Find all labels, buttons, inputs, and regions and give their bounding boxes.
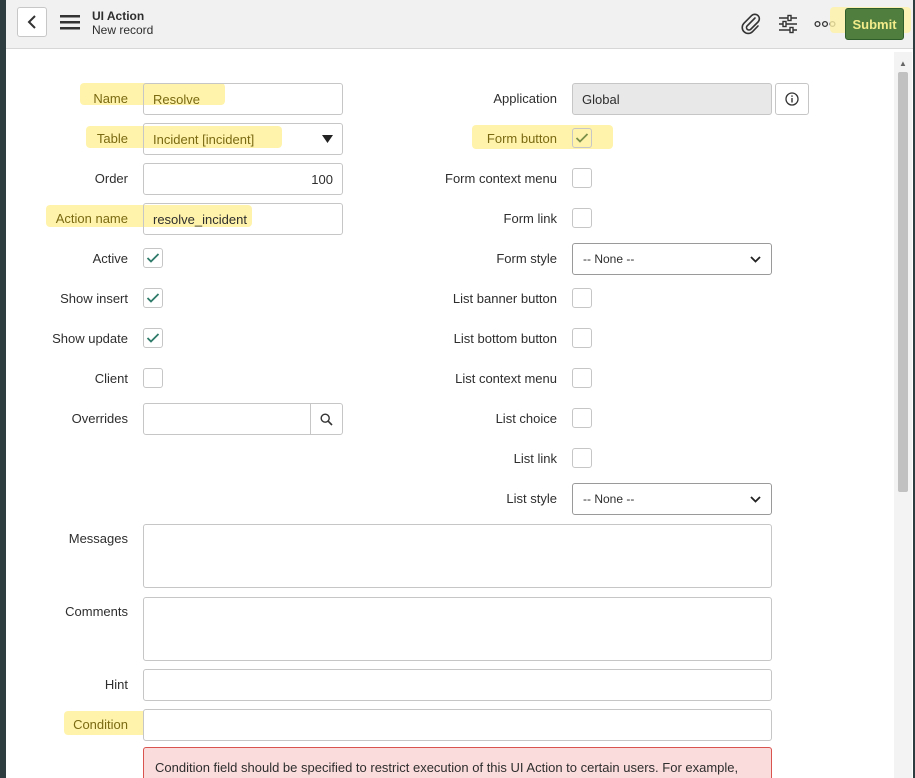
caret-down-icon	[322, 135, 333, 143]
application-input: Global	[572, 83, 772, 115]
active-checkbox[interactable]	[143, 248, 163, 268]
chevron-down-icon	[750, 495, 761, 503]
table-select[interactable]: Incident [incident]	[143, 123, 343, 155]
scrollbar-thumb[interactable]	[898, 72, 908, 492]
name-input[interactable]: Resolve	[143, 83, 343, 115]
condition-label: Condition	[73, 717, 128, 732]
list-link-label: List link	[513, 451, 557, 466]
order-label: Order	[94, 171, 128, 186]
alert-text: Condition field should be specified to r…	[155, 760, 739, 775]
client-label: Client	[94, 371, 128, 386]
show-insert-checkbox[interactable]	[143, 288, 163, 308]
list-context-menu-label: List context menu	[455, 371, 557, 386]
comments-textarea[interactable]	[143, 597, 772, 661]
checkmark-icon	[146, 293, 160, 303]
list-bottom-button-checkbox[interactable]	[572, 328, 592, 348]
checkmark-icon	[575, 133, 589, 143]
form-link-label: Form link	[503, 211, 557, 226]
order-value: 100	[311, 171, 333, 187]
table-label: Table	[96, 131, 128, 146]
list-style-select[interactable]: -- None --	[572, 483, 772, 515]
submit-button[interactable]: Submit	[845, 8, 904, 40]
checkmark-icon	[146, 333, 160, 343]
hamburger-menu-icon[interactable]	[59, 13, 81, 31]
checkmark-icon	[146, 253, 160, 263]
show-update-checkbox[interactable]	[143, 328, 163, 348]
action-name-value: resolve_incident	[153, 211, 247, 227]
chevron-left-icon	[27, 15, 36, 29]
messages-label: Messages	[68, 531, 128, 546]
name-value: Resolve	[153, 91, 200, 107]
title-block: UI Action New record	[92, 9, 153, 37]
action-name-input[interactable]: resolve_incident	[143, 203, 343, 235]
overrides-label: Overrides	[71, 411, 128, 426]
overrides-lookup-button[interactable]	[310, 403, 343, 435]
back-button[interactable]	[17, 7, 47, 37]
list-context-menu-checkbox[interactable]	[572, 368, 592, 388]
overrides-input[interactable]	[143, 403, 311, 435]
form-header: UI Action New record Submit	[6, 0, 913, 49]
form-style-label: Form style	[496, 251, 557, 266]
order-input[interactable]: 100	[143, 163, 343, 195]
messages-textarea[interactable]	[143, 524, 772, 588]
form-window: UI Action New record Submit Name Resolve…	[6, 0, 913, 778]
form-style-select[interactable]: -- None --	[572, 243, 772, 275]
name-label: Name	[93, 91, 128, 106]
form-button-label: Form button	[486, 131, 557, 146]
form-context-menu-checkbox[interactable]	[572, 168, 592, 188]
list-style-value: -- None --	[583, 492, 635, 506]
client-checkbox[interactable]	[143, 368, 163, 388]
chevron-down-icon	[750, 255, 761, 263]
comments-label: Comments	[65, 604, 128, 619]
list-choice-label: List choice	[495, 411, 557, 426]
form-style-value: -- None --	[583, 252, 635, 266]
settings-sliders-icon[interactable]	[775, 11, 801, 37]
application-value: Global	[582, 91, 620, 107]
list-link-checkbox[interactable]	[572, 448, 592, 468]
list-banner-button-label: List banner button	[452, 291, 557, 306]
page-title: UI Action	[92, 9, 145, 23]
list-bottom-button-label: List bottom button	[453, 331, 557, 346]
info-icon	[785, 92, 799, 106]
list-style-label: List style	[506, 491, 557, 506]
action-name-label: Action name	[55, 211, 128, 226]
condition-warning-alert: Condition field should be specified to r…	[143, 747, 772, 778]
application-label: Application	[493, 91, 557, 106]
form-context-menu-label: Form context menu	[445, 171, 557, 186]
show-insert-label: Show insert	[60, 291, 128, 306]
form-button-checkbox[interactable]	[572, 128, 592, 148]
table-value: Incident [incident]	[153, 131, 255, 147]
hint-label: Hint	[104, 677, 128, 692]
scroll-up-arrow-icon[interactable]: ▲	[898, 58, 908, 68]
active-label: Active	[92, 251, 128, 266]
application-info-button[interactable]	[775, 83, 809, 115]
hint-input[interactable]	[143, 669, 772, 701]
show-update-label: Show update	[52, 331, 128, 346]
page-subtitle: New record	[92, 23, 154, 37]
condition-input[interactable]	[143, 709, 772, 741]
list-banner-button-checkbox[interactable]	[572, 288, 592, 308]
search-icon	[320, 412, 333, 426]
form-link-checkbox[interactable]	[572, 208, 592, 228]
paperclip-icon[interactable]	[738, 11, 764, 37]
list-choice-checkbox[interactable]	[572, 408, 592, 428]
